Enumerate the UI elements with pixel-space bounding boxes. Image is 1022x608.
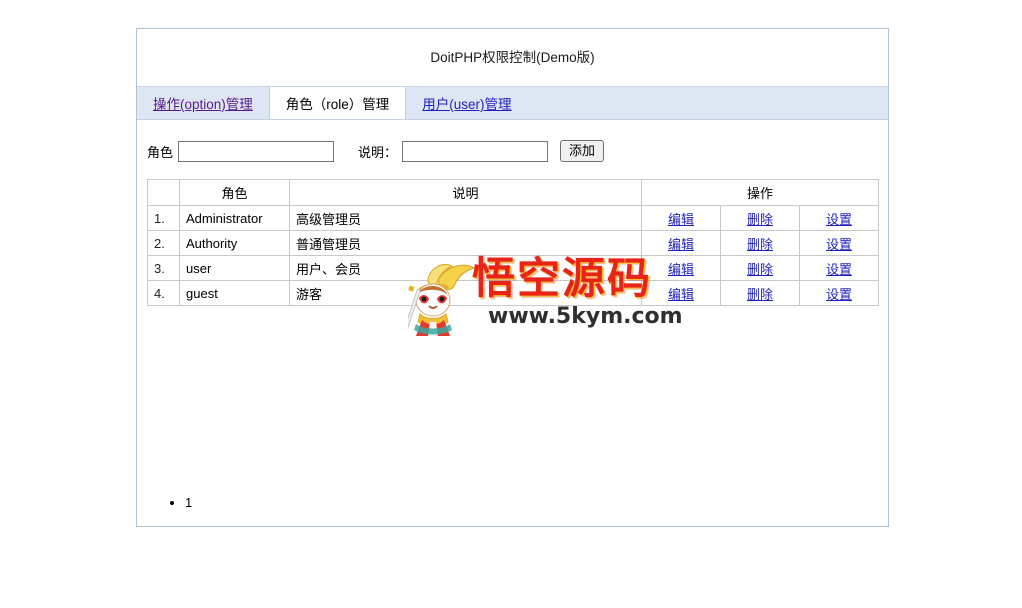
role-table-container: 角色 说明 操作 1. Administrator 高级管理员 编辑 删除 设置 2. Aut… [147, 179, 879, 306]
settings-link[interactable]: 设置 [826, 287, 852, 302]
table-row: 1. Administrator 高级管理员 编辑 删除 设置 [147, 205, 879, 231]
pagination-list: 1 [165, 494, 192, 512]
cell-description: 用户、会员 [289, 255, 642, 281]
cell-role: Administrator [179, 205, 290, 231]
table-row: 2. Authority 普通管理员 编辑 删除 设置 [147, 230, 879, 256]
edit-link[interactable]: 编辑 [668, 212, 694, 227]
tab-bar-filler [527, 87, 888, 119]
cell-delete-action: 删除 [720, 255, 800, 281]
cell-role: guest [179, 280, 290, 306]
header-role: 角色 [179, 179, 290, 206]
cell-settings-action: 设置 [799, 205, 879, 231]
tab-user-management-label[interactable]: 用户(user)管理 [422, 93, 511, 113]
cell-description: 游客 [289, 280, 642, 306]
role-table-body: 1. Administrator 高级管理员 编辑 删除 设置 2. Authority 普通管… [147, 205, 879, 306]
settings-link[interactable]: 设置 [826, 237, 852, 252]
table-header-row: 角色 说明 操作 [147, 179, 879, 206]
role-table: 角色 说明 操作 1. Administrator 高级管理员 编辑 删除 设置 2. Aut… [147, 179, 879, 306]
role-table-head: 角色 说明 操作 [147, 179, 879, 206]
cell-description: 高级管理员 [289, 205, 642, 231]
header-index [147, 179, 180, 206]
cell-role: Authority [179, 230, 290, 256]
settings-link[interactable]: 设置 [826, 262, 852, 277]
delete-link[interactable]: 删除 [747, 262, 773, 277]
add-button[interactable]: 添加 [560, 140, 605, 162]
cell-settings-action: 设置 [799, 255, 879, 281]
cell-index: 3. [147, 255, 180, 281]
tab-option-management[interactable]: 操作(option)管理 [137, 87, 269, 119]
pagination: 1 [165, 494, 192, 512]
cell-index: 1. [147, 205, 180, 231]
role-input[interactable] [178, 140, 335, 162]
cell-index: 2. [147, 230, 180, 256]
cell-settings-action: 设置 [799, 280, 879, 306]
delete-link[interactable]: 删除 [747, 287, 773, 302]
description-input[interactable] [402, 140, 549, 162]
tab-role-management[interactable]: 角色（role）管理 [268, 87, 407, 119]
settings-link[interactable]: 设置 [826, 212, 852, 227]
edit-link[interactable]: 编辑 [668, 237, 694, 252]
cell-delete-action: 删除 [720, 230, 800, 256]
cell-edit-action: 编辑 [641, 280, 721, 306]
application-frame: DoitPHP权限控制(Demo版) 操作(option)管理 角色（role）… [136, 28, 889, 527]
header-actions: 操作 [641, 179, 879, 206]
pagination-item[interactable]: 1 [185, 494, 192, 512]
cell-edit-action: 编辑 [641, 230, 721, 256]
tab-role-management-label: 角色（role）管理 [285, 97, 390, 112]
tab-option-management-label[interactable]: 操作(option)管理 [153, 93, 253, 113]
cell-role: user [179, 255, 290, 281]
add-role-form: 角色 说明： 添加 [147, 120, 888, 166]
cell-settings-action: 设置 [799, 230, 879, 256]
description-field-label: 说明： [358, 144, 398, 160]
table-row: 4. guest 游客 编辑 删除 设置 [147, 280, 879, 306]
cell-edit-action: 编辑 [641, 205, 721, 231]
tab-bar: 操作(option)管理 角色（role）管理 用户(user)管理 [137, 86, 888, 120]
role-field-label: 角色 [147, 144, 174, 160]
edit-link[interactable]: 编辑 [668, 287, 694, 302]
cell-delete-action: 删除 [720, 205, 800, 231]
tab-user-management[interactable]: 用户(user)管理 [406, 87, 528, 119]
cell-delete-action: 删除 [720, 280, 800, 306]
cell-description: 普通管理员 [289, 230, 642, 256]
cell-edit-action: 编辑 [641, 255, 721, 281]
delete-link[interactable]: 删除 [747, 237, 773, 252]
header-description: 说明 [289, 179, 642, 206]
cell-index: 4. [147, 280, 180, 306]
page-title: DoitPHP权限控制(Demo版) [137, 29, 888, 86]
delete-link[interactable]: 删除 [747, 212, 773, 227]
table-row: 3. user 用户、会员 编辑 删除 设置 [147, 255, 879, 281]
edit-link[interactable]: 编辑 [668, 262, 694, 277]
